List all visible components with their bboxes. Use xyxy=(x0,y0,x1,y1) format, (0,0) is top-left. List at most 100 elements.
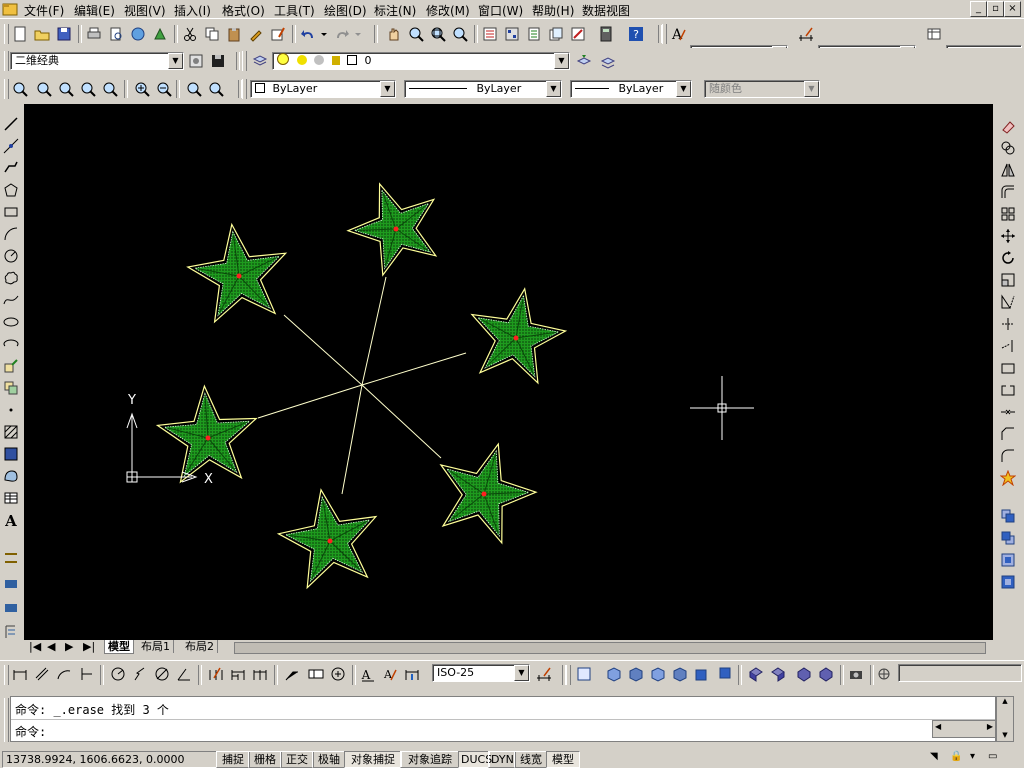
dimension-text-edit-icon[interactable]: A xyxy=(380,664,400,684)
gradient-icon[interactable] xyxy=(1,444,21,464)
command-text-area[interactable]: 命令: _.erase 找到 3 个 命令: xyxy=(10,696,996,742)
offset-icon[interactable] xyxy=(998,182,1018,202)
status-toggle-6[interactable]: DUCS xyxy=(458,751,492,768)
move-icon[interactable] xyxy=(998,226,1018,246)
baseline-dimension-icon[interactable] xyxy=(228,664,248,684)
tab-last-icon[interactable]: ▶| xyxy=(80,640,98,653)
zoom-center-target-icon[interactable] xyxy=(874,664,894,684)
zoom-extents-icon[interactable] xyxy=(206,79,226,99)
plot-preview-icon[interactable] xyxy=(106,24,126,44)
chevron-down-icon[interactable]: ▼ xyxy=(554,53,569,69)
redo-dropdown-icon[interactable] xyxy=(354,24,362,44)
make-block-icon[interactable] xyxy=(1,378,21,398)
menu-insert[interactable]: 插入(I) xyxy=(174,2,211,19)
status-toggle-2[interactable]: 正交 xyxy=(280,751,314,768)
drawing-area[interactable]: Y X xyxy=(24,104,993,640)
design-center-icon[interactable] xyxy=(502,24,522,44)
tab-next-icon[interactable]: ▶ xyxy=(62,640,76,653)
star-shape[interactable] xyxy=(346,182,438,277)
layer-manager-icon[interactable] xyxy=(250,51,270,71)
toolbar-grip[interactable] xyxy=(242,51,247,71)
toolbar-grip[interactable] xyxy=(4,79,9,99)
model-space-canvas[interactable]: Y X xyxy=(24,104,993,640)
revision-cloud-icon[interactable] xyxy=(1,268,21,288)
status-toggle-8[interactable]: 线宽 xyxy=(514,751,548,768)
tool-icon[interactable] xyxy=(1,622,21,642)
iso-ne-icon[interactable] xyxy=(794,664,814,684)
join-icon[interactable] xyxy=(998,402,1018,422)
copy-icon[interactable] xyxy=(202,24,222,44)
status-toggle-1[interactable]: 栅格 xyxy=(248,751,282,768)
block-editor-icon[interactable] xyxy=(268,24,288,44)
point-icon[interactable] xyxy=(1,400,21,420)
star-shape[interactable] xyxy=(186,222,288,324)
zoom-in-icon[interactable] xyxy=(132,79,152,99)
spline-icon[interactable] xyxy=(1,290,21,310)
menu-dimension[interactable]: 标注(N) xyxy=(374,2,416,19)
arc-icon[interactable] xyxy=(1,224,21,244)
zoom-out-icon[interactable] xyxy=(154,79,174,99)
diameter-dimension-icon[interactable] xyxy=(152,664,172,684)
chevron-down-icon[interactable]: ▼ xyxy=(514,665,529,681)
toolbar-grip[interactable] xyxy=(4,665,9,685)
star-shape[interactable] xyxy=(276,488,378,590)
iso-sw-icon[interactable] xyxy=(746,664,766,684)
chevron-down-icon[interactable]: ▼ xyxy=(546,81,561,97)
tool-icon[interactable] xyxy=(1,596,21,616)
hatch-icon[interactable] xyxy=(1,422,21,442)
3d-view-front-icon[interactable] xyxy=(692,664,712,684)
status-toggle-4[interactable]: 对象捕捉 xyxy=(344,751,402,768)
match-properties-icon[interactable] xyxy=(246,24,266,44)
3d-dwf-icon[interactable] xyxy=(150,24,170,44)
polyline-icon[interactable] xyxy=(1,158,21,178)
break-icon[interactable] xyxy=(998,380,1018,400)
jogged-dimension-icon[interactable] xyxy=(130,664,150,684)
draworder-back-icon[interactable] xyxy=(998,528,1018,548)
menu-edit[interactable]: 编辑(E) xyxy=(74,2,115,19)
publish-icon[interactable] xyxy=(128,24,148,44)
command-vertical-scrollbar[interactable]: ▲ ▼ xyxy=(996,696,1014,742)
toolbar-grip[interactable] xyxy=(566,665,571,685)
menu-tools[interactable]: 工具(T) xyxy=(274,2,315,19)
lineweight-combo[interactable]: ByLayer ▼ xyxy=(570,80,692,98)
status-toggle-0[interactable]: 捕捉 xyxy=(216,751,250,768)
menu-help[interactable]: 帮助(H) xyxy=(532,2,574,19)
chevron-down-icon[interactable]: ▼ xyxy=(380,81,395,97)
workspace-settings-icon[interactable] xyxy=(186,51,206,71)
zoom-window-icon[interactable] xyxy=(10,79,30,99)
table-icon[interactable] xyxy=(1,488,21,508)
toolbar-grip[interactable] xyxy=(242,79,247,99)
chevron-down-icon[interactable]: ▼ xyxy=(168,53,183,69)
multiline-text-icon[interactable]: A xyxy=(1,510,21,530)
plot-icon[interactable] xyxy=(84,24,104,44)
trim-icon[interactable] xyxy=(998,314,1018,334)
3d-view-right-icon[interactable] xyxy=(670,664,690,684)
tab-prev-icon[interactable]: ◀ xyxy=(44,640,58,653)
clean-screen-icon[interactable]: ▭ xyxy=(988,751,997,762)
draworder-above-icon[interactable] xyxy=(998,550,1018,570)
menu-window[interactable]: 窗口(W) xyxy=(478,2,523,19)
tab-first-icon[interactable]: |◀ xyxy=(26,640,44,653)
status-toggle-5[interactable]: 对象追踪 xyxy=(400,751,460,768)
scroll-up-icon[interactable]: ▲ xyxy=(997,697,1013,705)
redo-icon[interactable] xyxy=(332,24,352,44)
cut-icon[interactable] xyxy=(180,24,200,44)
command-grip[interactable] xyxy=(4,698,9,742)
rectangle-icon[interactable] xyxy=(1,202,21,222)
pan-realtime-icon[interactable] xyxy=(384,24,404,44)
status-toggle-9[interactable]: 模型 xyxy=(546,751,580,768)
markup-icon[interactable] xyxy=(568,24,588,44)
paste-icon[interactable] xyxy=(224,24,244,44)
tolerance-icon[interactable] xyxy=(306,664,326,684)
autocad-app-icon[interactable] xyxy=(2,1,18,17)
mirror-icon[interactable] xyxy=(998,160,1018,180)
copy-object-icon[interactable] xyxy=(998,138,1018,158)
properties-icon[interactable] xyxy=(480,24,500,44)
toolbar-grip[interactable] xyxy=(4,51,9,71)
quick-dimension-icon[interactable] xyxy=(206,664,226,684)
array-icon[interactable] xyxy=(998,204,1018,224)
workspace-combo[interactable]: 二维经典 ▼ xyxy=(10,52,184,70)
open-folder-icon[interactable] xyxy=(32,24,52,44)
linetype-combo[interactable]: ByLayer ▼ xyxy=(404,80,562,98)
zoom-all-icon[interactable] xyxy=(184,79,204,99)
